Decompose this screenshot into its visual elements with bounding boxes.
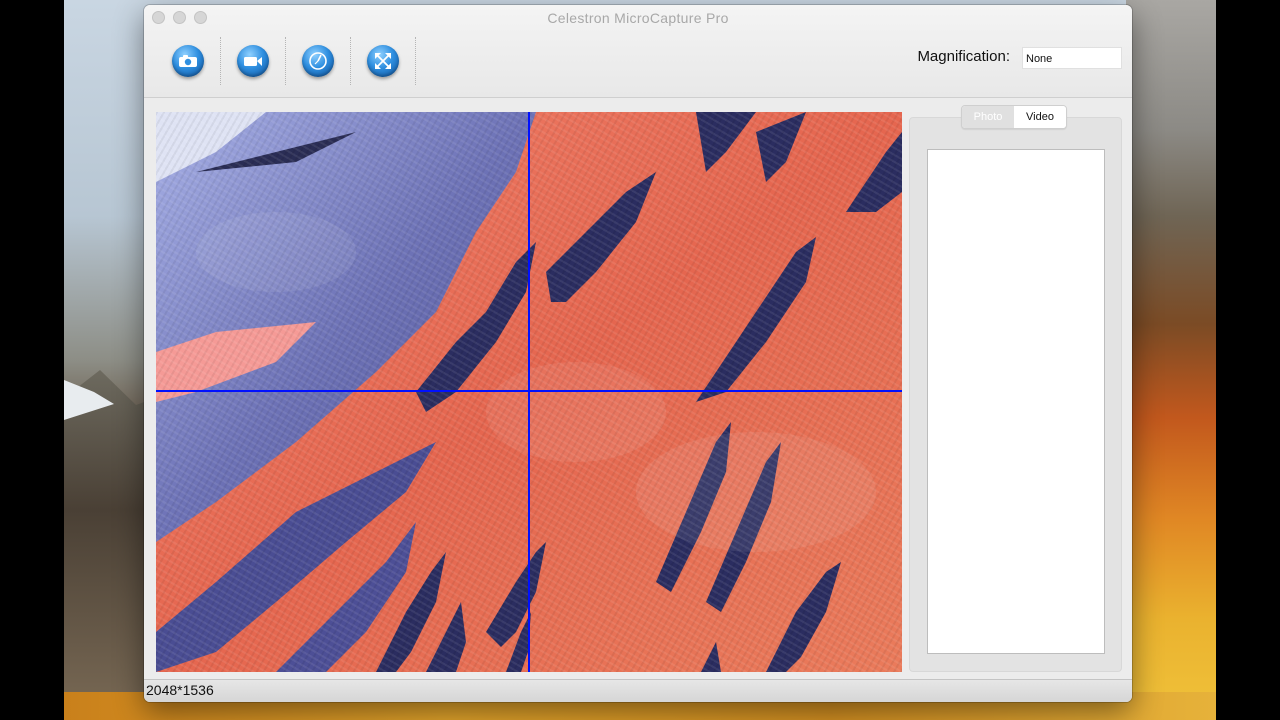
- toolbar-divider: [350, 37, 351, 85]
- app-window: Celestron MicroCapture Pro Magnification…: [144, 5, 1132, 702]
- toolbar-divider: [220, 37, 221, 85]
- title-bar: Celestron MicroCapture Pro Magnification…: [144, 5, 1132, 98]
- capture-photo-button[interactable]: [166, 39, 210, 83]
- tab-photo[interactable]: Photo: [962, 106, 1014, 128]
- timer-capture-button[interactable]: [296, 39, 340, 83]
- toolbar-divider: [415, 37, 416, 85]
- wallpaper-mountain-right: [1126, 0, 1216, 720]
- fullscreen-button[interactable]: [361, 39, 405, 83]
- fullscreen-icon: [367, 45, 399, 77]
- microscope-live-view[interactable]: [156, 112, 902, 672]
- media-type-segmented-control: Photo Video: [961, 105, 1067, 129]
- toolbar-divider: [285, 37, 286, 85]
- status-bar: 2048*1536: [144, 679, 1132, 702]
- magnification-field[interactable]: None: [1022, 47, 1122, 69]
- capture-list-panel: Photo Video: [909, 105, 1122, 672]
- toolbar: [156, 35, 416, 87]
- magnification-label: Magnification:: [917, 48, 1010, 65]
- crosshair-horizontal: [156, 390, 902, 392]
- timer-icon: [302, 45, 334, 77]
- resolution-readout: 2048*1536: [146, 682, 214, 698]
- captured-media-list[interactable]: [927, 149, 1105, 654]
- tab-video[interactable]: Video: [1014, 106, 1066, 128]
- window-title: Celestron MicroCapture Pro: [547, 10, 729, 26]
- video-record-icon: [237, 45, 269, 77]
- camera-capture-icon: [172, 45, 204, 77]
- crosshair-vertical: [528, 112, 530, 672]
- record-video-button[interactable]: [231, 39, 275, 83]
